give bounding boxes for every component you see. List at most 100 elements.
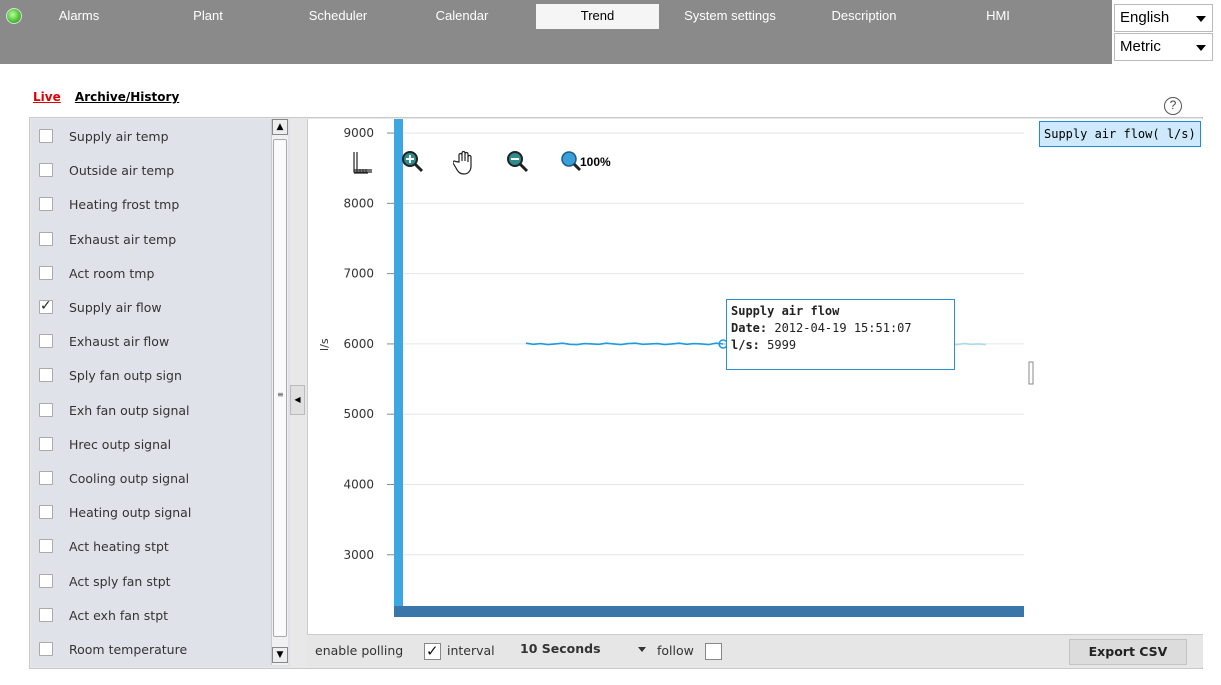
y-tick-label: 5000 [343,407,374,421]
scroll-up-icon[interactable]: ▲ [272,119,288,135]
tab-calendar[interactable]: Calendar [428,4,496,28]
axis-scale-icon[interactable] [351,150,373,181]
pan-hand-icon[interactable] [452,150,477,181]
follow-checkbox[interactable] [705,643,722,660]
main-nav: Alarms Plant Scheduler Calendar Trend Sy… [0,0,1112,64]
zoom-reset-label: 100% [580,155,611,169]
units-value: Metric [1120,38,1161,55]
signal-label: Act heating stpt [69,539,169,555]
signal-item[interactable]: Room temperature [36,632,268,666]
trend-chart[interactable]: 9000 8000 7000 6000 5000 4000 3000 l/s [308,119,1204,634]
signal-checkbox[interactable] [39,539,53,554]
data-tooltip: Supply air flow Date: 2012-04-19 15:51:0… [726,299,955,370]
y-axis-bar [394,119,403,616]
polling-label: enable polling [315,643,404,658]
signal-checkbox[interactable] [39,231,53,246]
live-link[interactable]: Live [33,90,61,104]
tooltip-value: l/s: 5999 [731,338,797,352]
signal-checkbox[interactable] [39,368,53,383]
archive-history-link[interactable]: Archive/History [75,90,179,104]
signal-label: Act room tmp [69,265,155,281]
scroll-down-icon[interactable]: ▼ [272,647,288,663]
signal-item[interactable]: Supply air temp [36,119,268,153]
signal-checkbox[interactable]: ✓ [39,298,53,314]
signal-item[interactable]: Exh fan outp signal [36,393,268,427]
signal-list-scrollbar[interactable]: ▲ ≡ ▼ [271,119,288,665]
export-csv-button[interactable]: Export CSV [1069,639,1187,665]
signal-checkbox[interactable] [39,642,53,656]
signal-label: Supply air temp [69,129,169,144]
signal-label: Supply air flow [69,300,162,315]
tab-system-settings[interactable]: System settings [675,4,785,28]
signal-item[interactable]: Hrec outp signal [36,427,268,461]
grip-icon: ≡ [277,390,284,399]
signal-checkbox[interactable] [39,334,53,349]
tab-scheduler[interactable]: Scheduler [303,4,373,28]
x-axis-bar [394,606,1024,617]
check-icon: ✓ [40,298,52,314]
signal-checkbox[interactable] [39,505,53,520]
signal-label: Hrec outp signal [69,436,172,452]
signal-item[interactable]: Exhaust air flow [36,324,268,358]
tab-plant[interactable]: Plant [183,4,233,28]
language-select[interactable]: English [1114,4,1213,32]
scroll-thumb[interactable]: ≡ [273,139,287,637]
signal-checkbox[interactable] [39,436,53,451]
series-line-supply-air-flow [525,342,724,346]
chevron-down-icon [1196,16,1206,22]
signal-checkbox[interactable] [39,129,53,143]
signal-item[interactable]: Act room tmp [36,256,268,290]
signal-item[interactable]: Exhaust air temp [36,222,268,256]
signal-item[interactable]: Cooling outp signal [36,461,268,495]
zoom-in-icon[interactable] [401,150,425,179]
signal-item[interactable]: ✓ Supply air flow [36,290,268,324]
top-bar: Alarms Plant Scheduler Calendar Trend Sy… [0,0,1221,64]
collapse-sidebar-icon[interactable]: ◀ [290,385,305,415]
signal-item[interactable]: Act exh fan stpt [36,598,268,632]
y-tick-label: 4000 [343,477,374,491]
signal-item[interactable]: Sply fan outp sign [36,358,268,392]
signal-label: Room temperature [69,642,188,657]
signal-label: Cooling outp signal [69,471,190,486]
signal-checkbox[interactable] [39,265,53,280]
units-select[interactable]: Metric [1114,33,1213,61]
signal-item[interactable]: Act heating stpt [36,529,268,563]
status-led-icon [6,8,22,24]
signal-label: Outside air temp [69,163,175,179]
chart-panel: 9000 8000 7000 6000 5000 4000 3000 l/s 100% Sup… [307,119,1203,634]
signal-checkbox[interactable] [39,471,53,485]
signal-item[interactable]: Outside air temp [36,153,268,187]
help-icon[interactable]: ? [1164,97,1182,115]
signal-checkbox[interactable] [39,197,53,212]
interval-select[interactable]: 10 Seconds [510,638,650,662]
tab-trend[interactable]: Trend [536,4,659,29]
series-legend[interactable]: Supply air flow( l/s) [1039,121,1201,147]
signal-checkbox[interactable] [39,607,53,622]
signal-label: Act sply fan stpt [69,573,171,589]
tab-description[interactable]: Description [820,4,908,28]
tab-hmi[interactable]: HMI [978,4,1018,28]
y-tick-label: 8000 [343,196,374,210]
y-tick-label: 3000 [343,548,374,562]
check-icon: ✓ [426,642,439,660]
follow-label: follow [657,643,694,658]
tab-alarms[interactable]: Alarms [48,4,110,28]
signal-item[interactable]: Act sply fan stpt [36,564,268,598]
signal-item[interactable]: Heating outp signal [36,495,268,529]
y-tick-label: 7000 [343,267,374,281]
chart-footer: enable polling ✓ interval 10 Seconds fol… [307,634,1203,667]
signal-item[interactable]: Heating frost tmp [36,187,268,221]
polling-checkbox[interactable]: ✓ [424,642,441,660]
zoom-reset-button[interactable]: 100% [560,150,611,174]
mode-links: Live Archive/History [33,90,179,104]
language-value: English [1120,9,1170,26]
signal-checkbox[interactable] [39,573,53,588]
resize-handle-icon [1028,361,1034,385]
signal-checkbox[interactable] [39,402,53,417]
signal-label: Act exh fan stpt [69,607,169,623]
zoom-out-icon[interactable] [506,150,530,179]
signal-label: Heating frost tmp [69,197,180,213]
signal-checkbox[interactable] [39,163,53,178]
interval-label: interval [447,643,495,658]
signal-label: Exhaust air flow [69,334,170,350]
